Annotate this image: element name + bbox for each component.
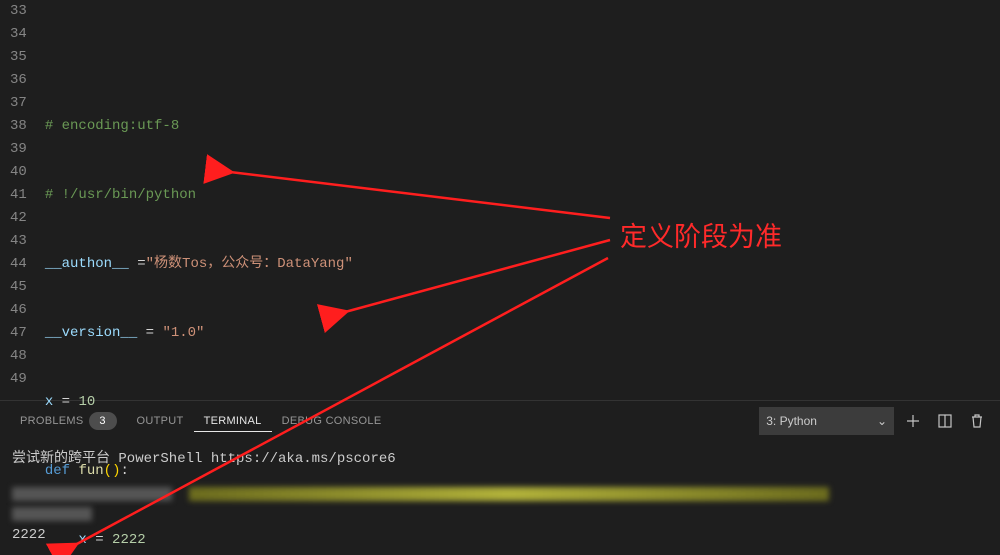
code-line (45, 46, 1000, 69)
code-line: # !/usr/bin/python (45, 184, 1000, 207)
code-line: # encoding:utf-8 (45, 115, 1000, 138)
line-number-gutter: 3334353637383940414243444546474849 (0, 0, 45, 400)
code-area[interactable]: # encoding:utf-8 # !/usr/bin/python __au… (45, 0, 1000, 400)
code-line: x = 2222 (45, 529, 1000, 552)
code-line: __version__ = "1.0" (45, 322, 1000, 345)
code-editor[interactable]: 3334353637383940414243444546474849 # enc… (0, 0, 1000, 400)
code-line: def fun(): (45, 460, 1000, 483)
code-line: x = 10 (45, 391, 1000, 414)
code-line: __authon__ ="杨数Tos，公众号：DataYang" (45, 253, 1000, 276)
